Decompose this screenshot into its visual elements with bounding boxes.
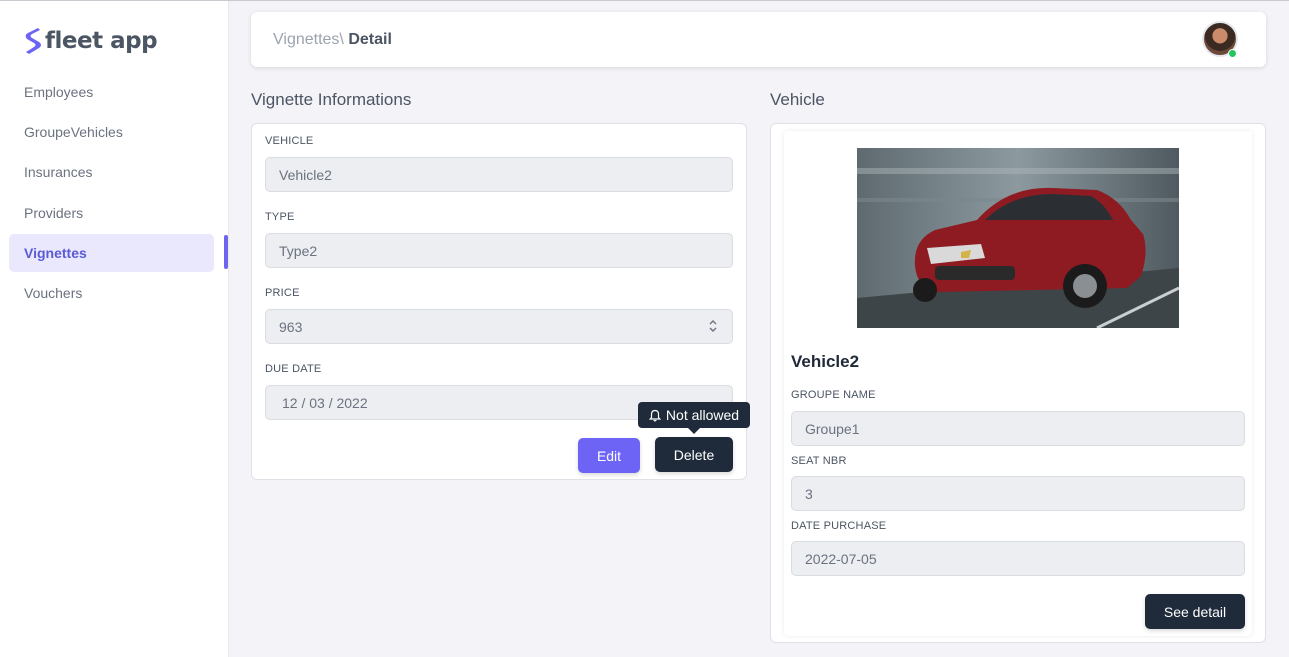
breadcrumb: Vignettes\ Detail (273, 31, 392, 49)
edit-button[interactable]: Edit (578, 438, 640, 473)
breadcrumb-parent[interactable]: Vignettes\ (273, 31, 344, 48)
sidebar-item-groupevehicles[interactable]: GroupeVehicles (9, 113, 214, 151)
not-allowed-tooltip: Not allowed (638, 402, 750, 428)
sidebar-item-employees[interactable]: Employees (9, 73, 214, 111)
groupe-name-field[interactable]: Groupe1 (791, 411, 1245, 446)
sidebar-item-vignettes[interactable]: Vignettes (9, 233, 214, 272)
vignette-section-title: Vignette Informations (251, 90, 412, 109)
type-value: Type2 (279, 242, 318, 259)
vehicle-section-title: Vehicle (770, 90, 825, 109)
vehicle-label: VEHICLE (265, 135, 314, 147)
seat-nbr-label: SEAT NBR (791, 455, 847, 467)
sidebar: fleet app Employees GroupeVehicles Insur… (0, 1, 229, 657)
type-field[interactable]: Type2 (265, 233, 733, 268)
date-purchase-field[interactable]: 2022-07-05 (791, 541, 1245, 576)
sidebar-item-insurances[interactable]: Insurances (9, 153, 214, 191)
app-logo[interactable]: fleet app (24, 27, 158, 55)
number-spinner-icon[interactable] (708, 319, 718, 333)
tooltip-text: Not allowed (665, 407, 740, 423)
app-name: fleet app (45, 28, 158, 54)
logo-icon (25, 28, 41, 54)
bell-icon (648, 409, 661, 421)
online-status-dot (1228, 49, 1237, 58)
due-date-label: DUE DATE (265, 363, 322, 375)
tooltip-arrow (688, 428, 700, 434)
groupe-name-label: GROUPE NAME (791, 389, 876, 401)
top-header: Vignettes\ Detail (251, 12, 1266, 67)
groupe-name-value: Groupe1 (805, 420, 860, 437)
seat-nbr-field[interactable]: 3 (791, 476, 1245, 511)
due-date-value: 12 / 03 / 2022 (282, 394, 368, 411)
seat-nbr-value: 3 (805, 485, 813, 502)
vehicle-field[interactable]: Vehicle2 (265, 157, 733, 192)
price-value: 963 (279, 318, 303, 335)
delete-button[interactable]: Delete (655, 437, 733, 472)
breadcrumb-current: Detail (348, 31, 392, 48)
vehicle-image (857, 148, 1179, 328)
see-detail-button[interactable]: See detail (1145, 594, 1245, 629)
vehicle-name: Vehicle2 (791, 352, 860, 371)
date-purchase-value: 2022-07-05 (805, 550, 877, 567)
date-purchase-label: DATE PURCHASE (791, 520, 887, 532)
type-label: TYPE (265, 211, 295, 223)
active-nav-indicator (224, 235, 228, 269)
sidebar-item-providers[interactable]: Providers (9, 194, 214, 232)
price-label: PRICE (265, 287, 300, 299)
vehicle-value: Vehicle2 (279, 166, 332, 183)
car-icon (857, 148, 1179, 328)
sidebar-item-vouchers[interactable]: Vouchers (9, 274, 214, 312)
price-field[interactable]: 963 (265, 309, 733, 344)
sidebar-nav: Employees GroupeVehicles Insurances Prov… (9, 73, 214, 314)
